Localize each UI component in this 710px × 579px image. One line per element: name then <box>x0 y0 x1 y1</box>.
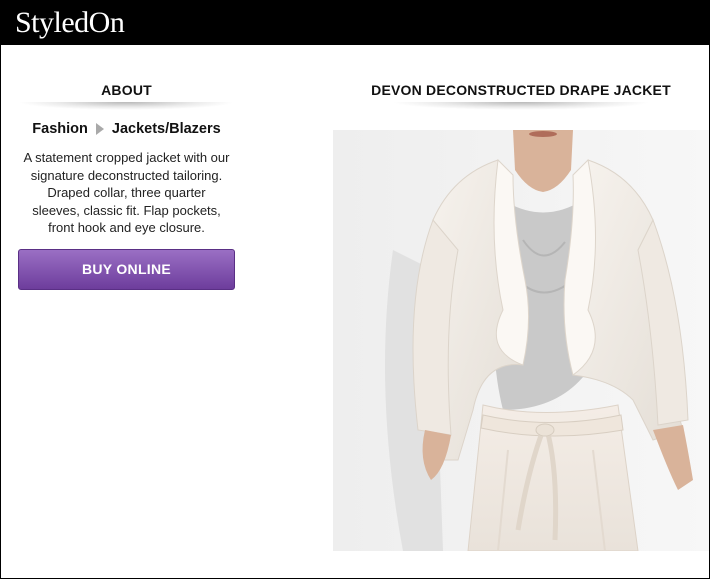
about-heading: ABOUT <box>101 82 152 98</box>
product-photo-illustration <box>333 130 709 551</box>
breadcrumb: Fashion Jackets/Blazers <box>18 121 235 137</box>
site-logo[interactable]: StyledOn <box>15 8 125 38</box>
breadcrumb-arrow-icon <box>95 123 104 135</box>
product-image[interactable] <box>333 130 709 551</box>
header-bar: StyledOn <box>1 1 709 45</box>
product-panel: DEVON DECONSTRUCTED DRAPE JACKET <box>333 45 709 551</box>
product-title: DEVON DECONSTRUCTED DRAPE JACKET <box>371 82 671 98</box>
product-description: A statement cropped jacket with our sign… <box>23 150 230 235</box>
heading-divider <box>391 102 651 110</box>
page-frame: StyledOn ABOUT Fashion Jackets/Blazers A… <box>0 0 710 579</box>
breadcrumb-item-jackets-blazers[interactable]: Jackets/Blazers <box>112 121 221 137</box>
breadcrumb-item-fashion[interactable]: Fashion <box>32 121 88 137</box>
buy-online-button[interactable]: BUY ONLINE <box>18 248 235 290</box>
heading-divider <box>18 102 235 110</box>
about-panel: ABOUT Fashion Jackets/Blazers A statemen… <box>18 45 235 290</box>
